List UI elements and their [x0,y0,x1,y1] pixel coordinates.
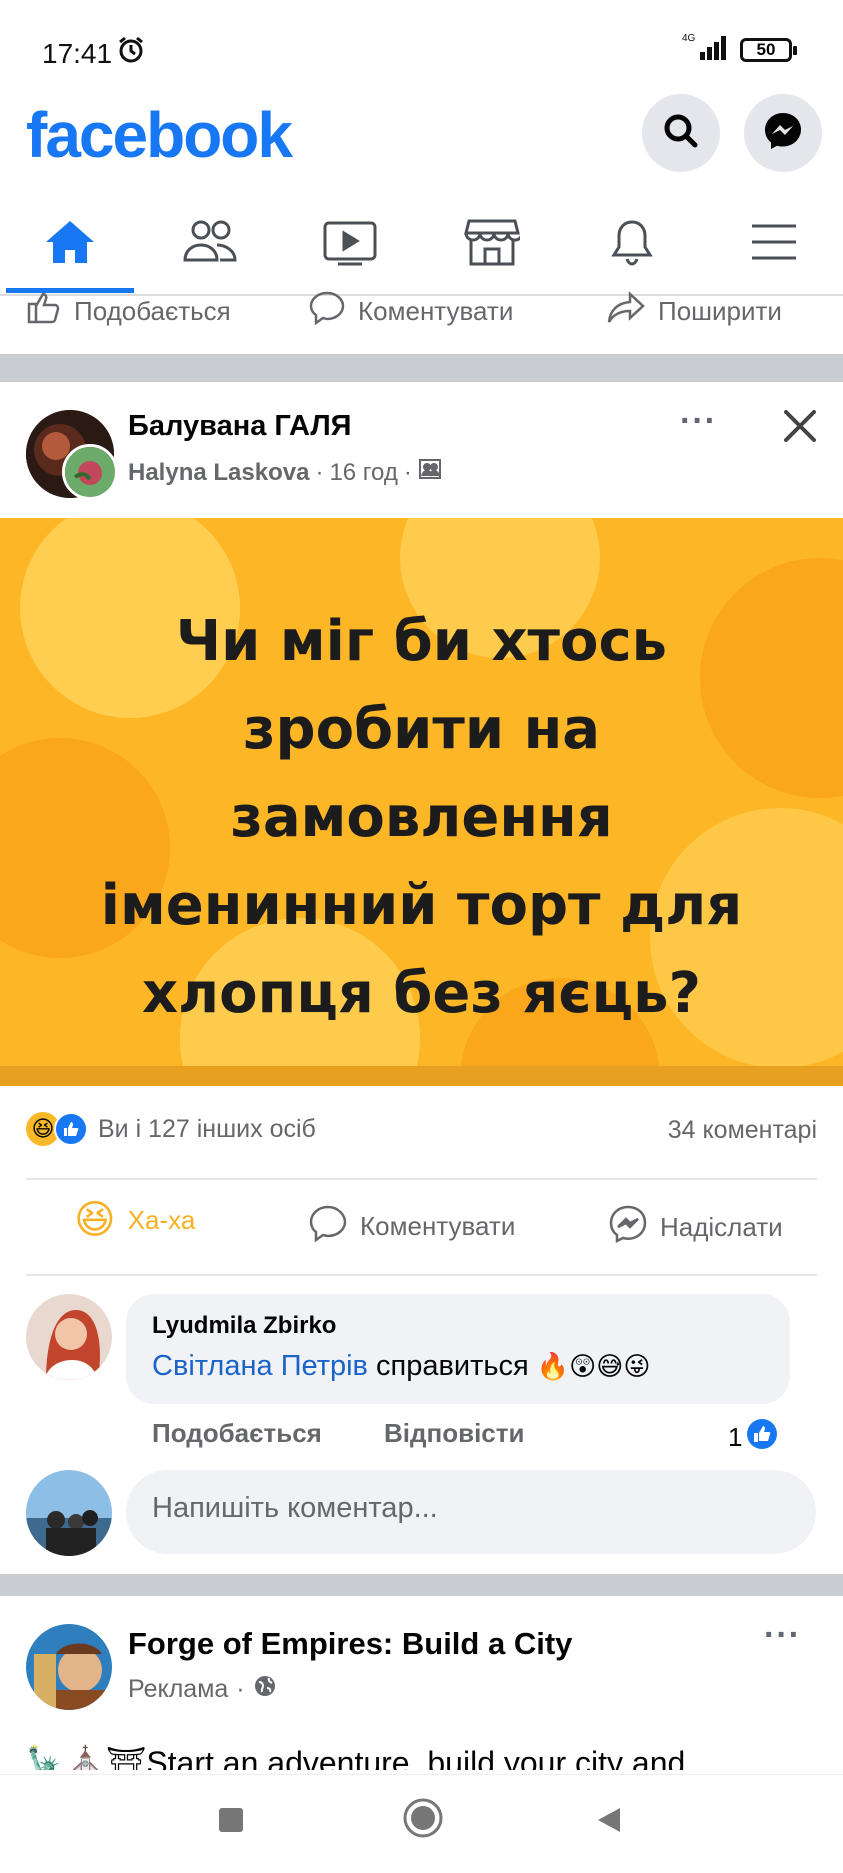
post-image[interactable]: Чи міг би хтось зробити на замовлення ім… [0,518,843,1086]
comment-icon [308,1204,348,1249]
post-more-options[interactable]: ··· [680,402,717,441]
home-button[interactable] [402,1797,444,1844]
caption-line: замовлення [230,785,613,850]
haha-label: Ха-ха [127,1204,196,1235]
statue-icon: 🗽⛪⛩ [26,1745,147,1770]
network-label: 4G [682,33,696,44]
post-meta: Halyna Laskova · 16 год · [128,458,442,487]
tab-home[interactable] [28,214,112,274]
like-label: Подобається [74,296,231,326]
comment-body: справиться [376,1350,529,1382]
haha-emoji-icon: 😆 [74,1198,116,1242]
caption-line: іменинний торт для [100,873,743,938]
sponsored-label: Реклама [128,1675,229,1703]
post-group-name[interactable]: Балувана ГАЛЯ [128,410,352,443]
caption-line: хлопця без яєць? [142,961,701,1026]
comment-like-button[interactable]: Подобається [152,1418,322,1449]
back-button[interactable] [594,1805,624,1840]
caption-line: Чи міг би хтось [175,609,668,674]
commenter-avatar[interactable] [26,1294,112,1380]
messenger-icon [762,110,804,157]
bell-icon [607,217,657,272]
ad-meta: Реклама · [128,1674,277,1705]
video-icon [322,218,378,271]
caption-line: зробити на [242,697,601,762]
thumbs-up-icon [26,290,62,333]
ad-avatar[interactable] [26,1624,112,1710]
tab-notifications[interactable] [590,214,674,274]
recent-apps-button[interactable] [216,1805,246,1840]
messenger-icon [608,1204,648,1251]
tab-marketplace[interactable] [450,214,534,274]
share-label: Поширити [658,296,782,326]
ad-text-body: Start an adventure, build your city and [146,1745,686,1770]
post-author[interactable]: Halyna Laskova [128,459,309,487]
signal-icon: 4G [676,30,732,69]
friends-icon [180,218,240,271]
globe-icon [253,1674,277,1705]
reactions-count-text: Ви і 127 інших осіб [98,1114,316,1143]
status-time: 17:41 [42,38,113,69]
post-time[interactable]: 16 год [329,459,397,487]
main-tabs [0,200,843,296]
divider [26,1274,817,1276]
comments-count[interactable]: 34 коментарі [668,1116,817,1145]
send-label: Надіслати [660,1212,783,1242]
tab-watch[interactable] [308,214,392,274]
share-button[interactable]: Поширити [606,290,782,333]
group-privacy-icon [418,458,442,487]
battery-indicator: 50 [740,38,797,62]
system-navigation-bar [0,1774,843,1873]
comment-bubble [126,1294,790,1404]
comment-label: Коментувати [360,1211,516,1241]
tab-friends[interactable] [168,214,252,274]
comment-text: Світлана Петрів справиться 🔥😲😅😜 [152,1350,650,1383]
comment-mention[interactable]: Світлана Петрів [152,1350,368,1382]
comment-author[interactable]: Lyudmila Zbirko [152,1312,336,1340]
comment-icon [308,290,346,333]
haha-button[interactable]: 😆 Ха-ха [74,1200,195,1240]
messenger-button[interactable] [744,94,822,172]
ad-more-options[interactable]: ··· [764,1616,801,1655]
post-actions: 😆 Ха-ха Коментувати Надіслати [0,1200,843,1260]
current-user-avatar[interactable] [26,1470,112,1556]
comment-label: Коментувати [358,296,514,326]
ad-text: 🗽⛪⛩Start an adventure, build your city a… [26,1744,685,1770]
comment-like-count[interactable]: 1 [728,1418,778,1457]
status-bar: 17:41 4G 50 [0,0,843,100]
comment-button[interactable]: Коментувати [308,290,513,333]
send-button[interactable]: Надіслати [608,1204,783,1251]
like-reaction-icon [54,1112,88,1146]
like-button[interactable]: Подобається [26,290,231,333]
ad-title[interactable]: Forge of Empires: Build a City [128,1626,572,1662]
close-icon[interactable] [782,408,818,449]
feed-separator [0,354,843,382]
search-icon [661,111,701,156]
reactions-summary[interactable]: 😆 Ви і 127 інших осіб [26,1112,316,1146]
feed-separator [0,1574,843,1596]
share-icon [606,290,646,333]
comment-input[interactable]: Напишіть коментар... [126,1470,816,1554]
store-icon [464,217,524,272]
author-avatar[interactable] [62,444,118,500]
comment-button[interactable]: Коментувати [308,1204,515,1249]
post-image-caption: Чи міг би хтось зробити на замовлення ім… [0,598,843,1038]
divider [26,1178,817,1180]
tab-menu[interactable] [732,214,816,274]
like-count-number: 1 [728,1422,743,1452]
search-button[interactable] [642,94,720,172]
prev-post-actions: Подобається Коментувати Поширити [0,290,843,350]
home-icon [43,218,97,271]
comment-emojis: 🔥😲😅😜 [536,1351,651,1381]
comment-reply-button[interactable]: Відповісти [384,1418,524,1449]
like-reaction-icon [746,1418,778,1457]
alarm-icon [116,35,146,70]
menu-icon [749,220,799,269]
facebook-logo[interactable]: facebook [26,98,293,172]
